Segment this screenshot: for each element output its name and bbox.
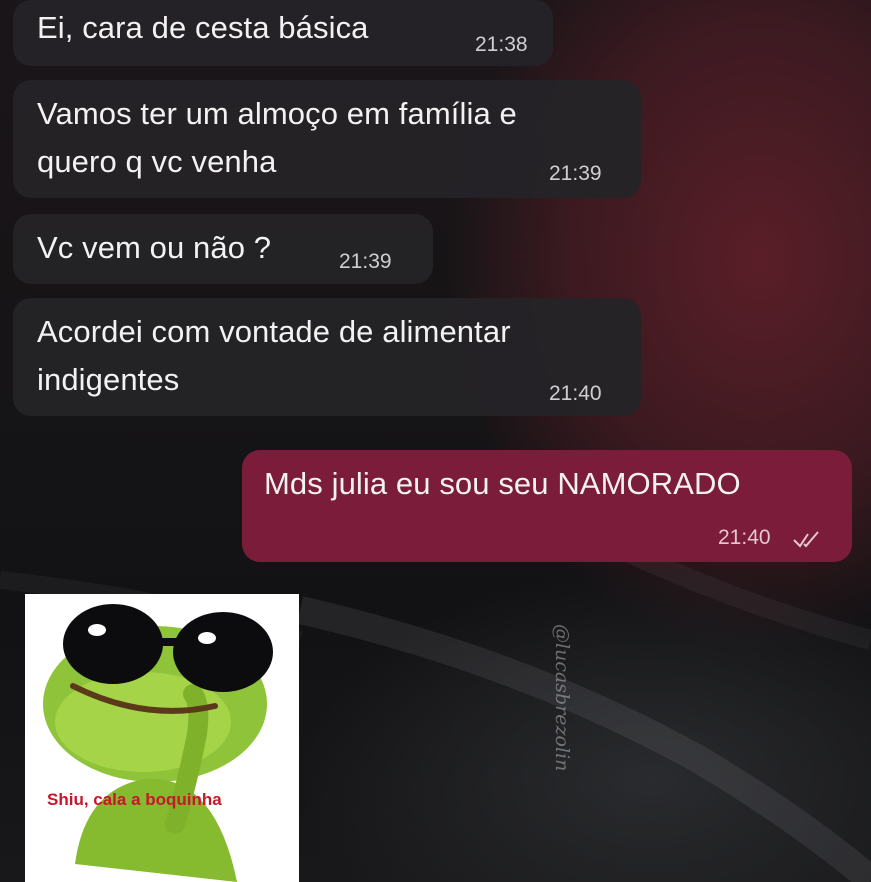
watermark-text: @lucasbrezolin bbox=[551, 624, 573, 772]
message-bubble-4[interactable]: Acordei com vontade de alimentar indigen… bbox=[13, 298, 641, 416]
message-text-line-2: indigentes bbox=[37, 362, 180, 397]
sticker-caption: Shiu, cala a boquinha bbox=[47, 790, 222, 809]
message-text: Mds julia eu sou seu NAMORADO bbox=[264, 466, 741, 501]
message-bubble-2[interactable]: Vamos ter um almoço em família e quero q… bbox=[13, 80, 641, 198]
message-time: 21:39 bbox=[549, 162, 602, 185]
message-bubble-1[interactable]: Ei, cara de cesta básica 21:38 bbox=[13, 0, 553, 66]
message-text: Ei, cara de cesta básica bbox=[37, 10, 369, 45]
frog-sunglasses-icon bbox=[43, 604, 273, 882]
double-check-icon bbox=[793, 531, 819, 548]
message-time: 21:38 bbox=[475, 33, 528, 56]
message-text-line-1: Vamos ter um almoço em família e bbox=[37, 96, 517, 131]
frog-sticker[interactable]: Shiu, cala a boquinha bbox=[25, 594, 299, 882]
message-bubble-3[interactable]: Vc vem ou não ? 21:39 bbox=[13, 214, 433, 284]
message-bubble-outgoing[interactable]: Mds julia eu sou seu NAMORADO 21:40 bbox=[242, 450, 852, 562]
message-time: 21:39 bbox=[339, 250, 392, 273]
watermark: @lucasbrezolin bbox=[551, 624, 573, 834]
message-text: Vc vem ou não ? bbox=[37, 230, 272, 265]
message-time: 21:40 bbox=[718, 526, 771, 549]
message-time: 21:40 bbox=[549, 382, 602, 405]
message-text-line-1: Acordei com vontade de alimentar bbox=[37, 314, 511, 349]
message-text-line-2: quero q vc venha bbox=[37, 144, 277, 179]
